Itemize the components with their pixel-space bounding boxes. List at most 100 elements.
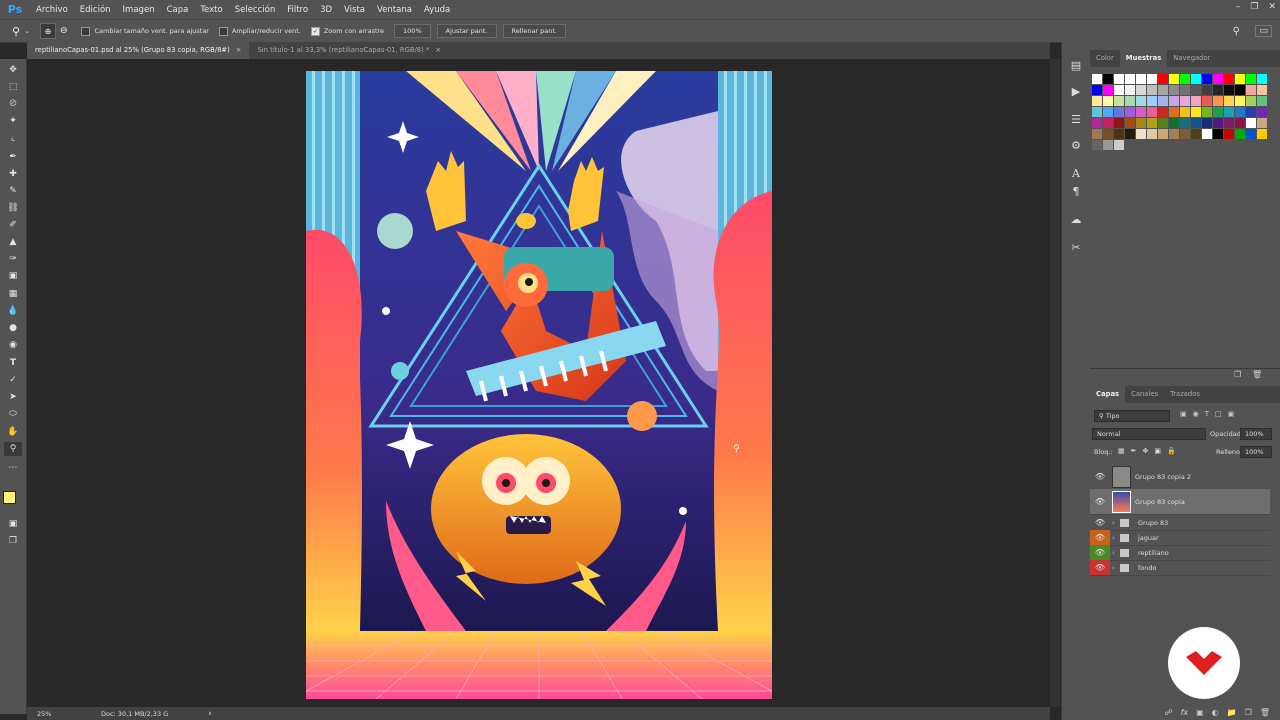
tab-navegador[interactable]: Navegador: [1167, 50, 1216, 67]
color-swatch[interactable]: [1257, 107, 1267, 117]
group-row[interactable]: 👁 › fondo: [1090, 560, 1270, 576]
color-swatch[interactable]: [1202, 129, 1212, 139]
color-swatch[interactable]: [1136, 118, 1146, 128]
color-swatch[interactable]: [1202, 118, 1212, 128]
menu-3d[interactable]: 3D: [314, 5, 338, 15]
color-swatch[interactable]: [1224, 85, 1234, 95]
layer-row-selected[interactable]: 👁 Grupo 83 copia: [1090, 489, 1270, 515]
color-swatch[interactable]: [1092, 74, 1102, 84]
vertical-scrollbar[interactable]: [1050, 59, 1060, 707]
menu-vista[interactable]: Vista: [338, 5, 371, 15]
color-swatch[interactable]: [1092, 85, 1102, 95]
color-swatch[interactable]: [1169, 129, 1179, 139]
lock-icons[interactable]: ▦✒✥▣🔒: [1118, 447, 1182, 455]
adjustment-layer-icon[interactable]: ◐: [1212, 708, 1219, 717]
zoom-100-button[interactable]: 100%: [394, 24, 431, 38]
scrubby-zoom-checkbox[interactable]: ✓ Zoom con arrastre: [310, 26, 384, 36]
color-swatch[interactable]: [1257, 118, 1267, 128]
photoshop-logo[interactable]: Ps: [4, 2, 26, 18]
color-swatch[interactable]: [1235, 118, 1245, 128]
artwork-canvas[interactable]: [306, 71, 772, 699]
color-swatch[interactable]: [1103, 118, 1113, 128]
new-group-icon[interactable]: 📁: [1227, 708, 1237, 717]
zoom-tool-icon[interactable]: ⚲: [4, 442, 22, 456]
color-swatch[interactable]: [1191, 74, 1201, 84]
color-swatch[interactable]: [1213, 129, 1223, 139]
color-swatch[interactable]: [1092, 96, 1102, 106]
color-swatch[interactable]: [1191, 107, 1201, 117]
color-swatch[interactable]: [1235, 85, 1245, 95]
brush-tool-icon[interactable]: ✎: [4, 184, 22, 198]
color-swatch[interactable]: [1180, 129, 1190, 139]
color-swatch[interactable]: [1235, 107, 1245, 117]
blur-tool-icon[interactable]: 💧: [4, 304, 22, 318]
path-selection-tool-icon[interactable]: ➤: [4, 390, 22, 404]
color-swatch[interactable]: [1158, 96, 1168, 106]
color-swatch[interactable]: [1191, 85, 1201, 95]
color-swatch[interactable]: [1235, 129, 1245, 139]
workspace-icon[interactable]: ▭: [1255, 25, 1272, 37]
color-swatch[interactable]: [1169, 107, 1179, 117]
menu-imagen[interactable]: Imagen: [117, 5, 161, 15]
color-swatch[interactable]: [1103, 107, 1113, 117]
layer-filter-icons[interactable]: ▣◉T□▣: [1180, 410, 1240, 418]
tab-reptiliano[interactable]: reptilianoCapas-01.psd al 25% (Grupo 83 …: [27, 42, 250, 59]
color-swatch[interactable]: [1103, 140, 1113, 150]
menu-seleccion[interactable]: Selección: [229, 5, 282, 15]
color-swatch[interactable]: [1224, 107, 1234, 117]
color-swatch[interactable]: [1125, 74, 1135, 84]
tool-preset-chevron-icon[interactable]: ⌄: [24, 27, 30, 35]
close-tab-icon[interactable]: ×: [236, 42, 242, 59]
opacity-field[interactable]: 100%: [1240, 428, 1272, 440]
color-swatch[interactable]: [1103, 129, 1113, 139]
color-swatch[interactable]: [1158, 129, 1168, 139]
color-swatch[interactable]: [1213, 74, 1223, 84]
color-swatch[interactable]: [1147, 96, 1157, 106]
tab-trazados[interactable]: Trazados: [1164, 386, 1206, 403]
color-swatch[interactable]: [1180, 74, 1190, 84]
layer-filter-dropdown[interactable]: ⚲ Tipo: [1094, 410, 1170, 422]
color-swatch[interactable]: [1125, 129, 1135, 139]
color-swatch[interactable]: [1224, 96, 1234, 106]
character-icon[interactable]: A: [1068, 166, 1084, 182]
color-swatch[interactable]: [1114, 107, 1124, 117]
foreground-color-swatch[interactable]: [3, 491, 16, 504]
paragraph-icon[interactable]: ¶: [1068, 184, 1084, 200]
color-swatch[interactable]: [1180, 85, 1190, 95]
color-swatch[interactable]: [1169, 96, 1179, 106]
link-layers-icon[interactable]: ☍: [1164, 708, 1172, 717]
healing-brush-tool-icon[interactable]: ✚: [4, 167, 22, 181]
color-swatch[interactable]: [1147, 129, 1157, 139]
color-swatch[interactable]: [1235, 96, 1245, 106]
color-swatch[interactable]: [1180, 118, 1190, 128]
visibility-eye-icon[interactable]: 👁: [1090, 515, 1110, 530]
color-swatch[interactable]: [1136, 85, 1146, 95]
visibility-eye-icon[interactable]: 👁: [1090, 530, 1110, 545]
color-swatch[interactable]: [1092, 118, 1102, 128]
color-swatch[interactable]: [1158, 118, 1168, 128]
color-swatch[interactable]: [1114, 118, 1124, 128]
close-tab-icon[interactable]: ×: [435, 42, 441, 59]
color-swatch[interactable]: [1224, 74, 1234, 84]
color-swatch[interactable]: [1235, 74, 1245, 84]
color-swatch[interactable]: [1136, 74, 1146, 84]
search-icon[interactable]: ⚲: [1233, 26, 1240, 37]
blend-mode-dropdown[interactable]: Normal: [1092, 428, 1206, 440]
fit-screen-button[interactable]: Ajustar pant.: [436, 24, 497, 38]
libraries-icon[interactable]: ☁: [1068, 212, 1084, 228]
color-swatch[interactable]: [1202, 96, 1212, 106]
menu-edicion[interactable]: Edición: [74, 5, 117, 15]
color-swatch[interactable]: [1114, 129, 1124, 139]
color-swatch[interactable]: [1114, 74, 1124, 84]
art-history-tool-icon[interactable]: ✑: [4, 252, 22, 266]
zoom-out-icon[interactable]: ⊖: [60, 26, 68, 36]
color-swatch[interactable]: [1213, 96, 1223, 106]
color-swatch[interactable]: [1158, 74, 1168, 84]
color-swatch[interactable]: [1136, 96, 1146, 106]
expand-chevron-icon[interactable]: ›: [1112, 545, 1115, 560]
color-swatch[interactable]: [1103, 96, 1113, 106]
tab-canales[interactable]: Canales: [1125, 386, 1164, 403]
zoom-level[interactable]: 25%: [37, 710, 77, 718]
screen-mode-icon[interactable]: ❐: [4, 534, 22, 548]
color-swatch[interactable]: [1180, 107, 1190, 117]
